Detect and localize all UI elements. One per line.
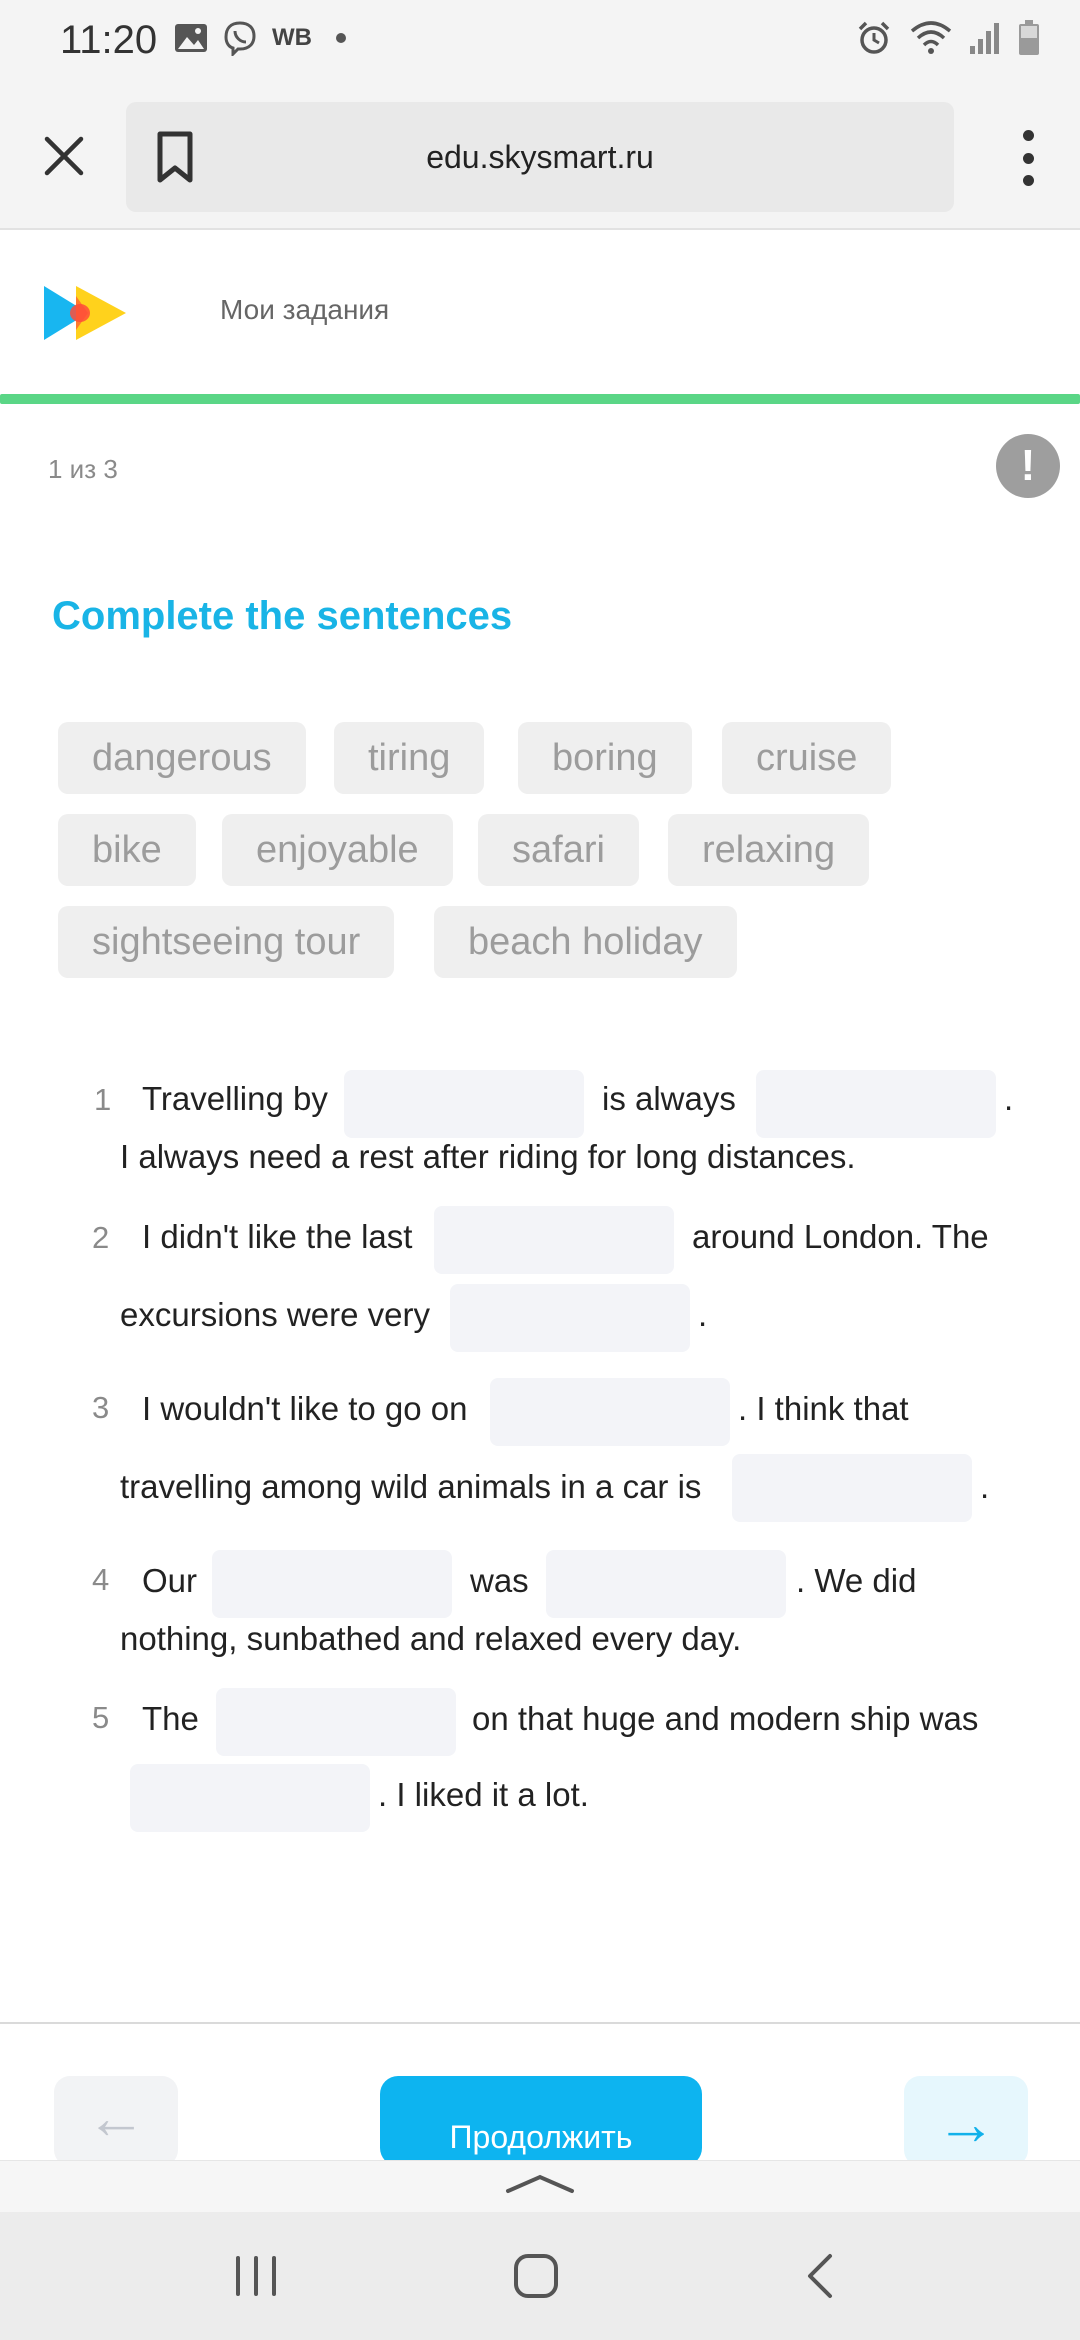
image-icon — [175, 24, 207, 52]
sentence-text: The — [142, 1700, 199, 1737]
chevron-up-icon[interactable] — [504, 2169, 576, 2199]
site-header: Мои задания — [0, 232, 1080, 392]
sentence-text: . — [980, 1468, 990, 1505]
home-icon[interactable] — [512, 2252, 560, 2300]
next-button[interactable]: → — [904, 2076, 1028, 2166]
close-button[interactable] — [36, 128, 92, 184]
previous-button[interactable]: ← — [54, 2076, 178, 2166]
word-chip[interactable]: beach holiday — [434, 906, 737, 978]
answer-blank[interactable] — [732, 1454, 972, 1522]
sentence-text: Travelling by — [142, 1080, 328, 1117]
sentence-text: I didn't like the last — [142, 1218, 413, 1255]
browser-bottom-bar[interactable] — [0, 2160, 1080, 2212]
sentence-text: is always — [602, 1080, 736, 1117]
answer-blank[interactable] — [434, 1206, 674, 1274]
sentence-text: . We did — [796, 1562, 917, 1599]
continue-button[interactable]: Продолжить — [380, 2076, 702, 2166]
wifi-icon — [910, 21, 952, 54]
sentence-number: 5 — [92, 1700, 110, 1735]
sentence-text: around London. The — [692, 1218, 989, 1255]
back-icon[interactable] — [800, 2252, 840, 2300]
sentence-text: nothing, sunbathed and relaxed every day… — [120, 1620, 742, 1657]
task-title: Complete the sentences — [52, 594, 513, 638]
answer-blank[interactable] — [212, 1550, 452, 1618]
word-chip[interactable]: tiring — [334, 722, 485, 794]
answer-blank[interactable] — [450, 1284, 690, 1352]
status-notification-icons: WB — [174, 20, 346, 56]
notification-dot-icon — [335, 33, 346, 43]
word-chip[interactable]: enjoyable — [222, 814, 453, 886]
sentence-text: was — [470, 1562, 529, 1599]
more-vertical-icon — [1022, 130, 1034, 141]
word-chip[interactable]: boring — [518, 722, 692, 794]
word-chip[interactable]: bike — [58, 814, 196, 886]
browser-toolbar: edu.skysmart.ru — [0, 84, 1080, 230]
word-chip[interactable]: sightseeing tour — [58, 906, 395, 978]
sentence-text: . — [1004, 1080, 1014, 1117]
system-navigation-bar — [0, 2212, 1080, 2340]
footer-divider — [0, 2022, 1080, 2024]
sentence-number: 1 — [94, 1082, 112, 1117]
sentence-text: I always need a rest after riding for lo… — [120, 1138, 856, 1175]
sentence-number: 2 — [92, 1220, 110, 1255]
word-chip[interactable]: relaxing — [668, 814, 870, 886]
word-chip[interactable]: dangerous — [58, 722, 306, 794]
sentence-text: . I think that — [738, 1390, 909, 1427]
sentence-text: . I liked it a lot. — [378, 1776, 589, 1813]
status-time: 11:20 — [60, 18, 158, 62]
battery-icon — [1019, 20, 1039, 55]
viber-icon — [224, 21, 256, 56]
address-bar[interactable]: edu.skysmart.ru — [126, 102, 954, 212]
close-icon — [44, 136, 84, 176]
more-menu-button[interactable] — [1016, 130, 1040, 186]
word-chip[interactable]: safari — [478, 814, 639, 886]
carrier-text: WB — [272, 24, 312, 51]
sentence-text: . — [698, 1296, 708, 1333]
answer-blank[interactable] — [344, 1070, 584, 1138]
sentence-text: Our — [142, 1562, 198, 1599]
progress-bar — [0, 394, 1080, 404]
answer-blank[interactable] — [216, 1688, 456, 1756]
sentence-number: 4 — [92, 1562, 110, 1597]
sentence-text: I wouldn't like to go on — [142, 1390, 468, 1427]
recent-apps-icon[interactable] — [232, 2256, 280, 2296]
word-chip[interactable]: cruise — [722, 722, 892, 794]
skysmart-logo[interactable] — [40, 282, 130, 344]
step-counter: 1 из 3 — [48, 454, 118, 484]
signal-icon — [970, 23, 999, 54]
url-text[interactable]: edu.skysmart.ru — [126, 102, 954, 212]
answer-blank[interactable] — [490, 1378, 730, 1446]
answer-blank[interactable] — [546, 1550, 786, 1618]
my-tasks-link[interactable]: Мои задания — [220, 294, 389, 326]
answer-blank[interactable] — [756, 1070, 996, 1138]
sentence-text: on that huge and modern ship was — [472, 1700, 979, 1737]
report-issue-button[interactable]: ! — [996, 434, 1060, 498]
sentence-text: excursions were very — [120, 1296, 430, 1333]
sentence-number: 3 — [92, 1390, 110, 1425]
status-bar: 11:20 WB — [0, 0, 1080, 84]
alarm-icon — [858, 21, 890, 54]
sentence-text: travelling among wild animals in a car i… — [120, 1468, 702, 1505]
answer-blank[interactable] — [130, 1764, 370, 1832]
status-system-icons — [856, 20, 1040, 56]
